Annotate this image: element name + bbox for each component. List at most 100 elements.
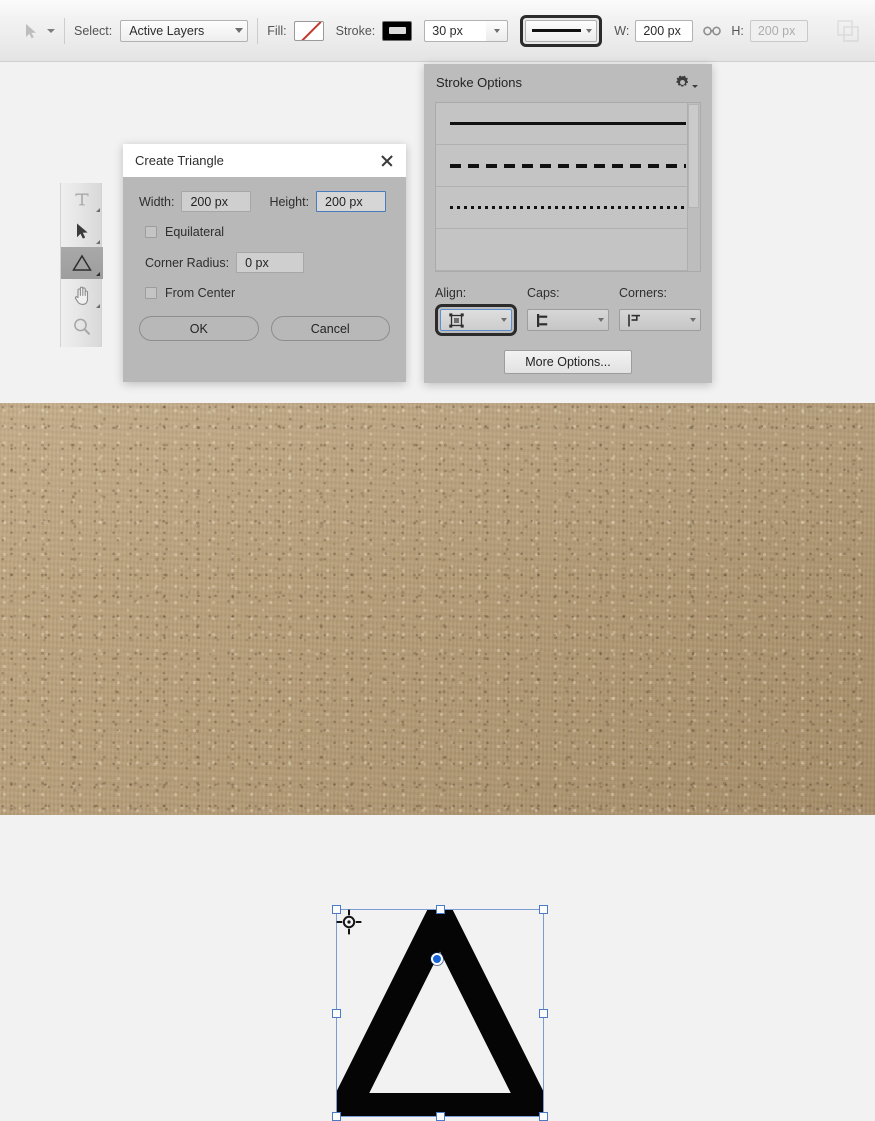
handle-middle-right[interactable]: [539, 1009, 548, 1018]
width-label: Width:: [139, 194, 175, 209]
close-icon[interactable]: [378, 152, 396, 170]
align-dropdown[interactable]: [440, 309, 512, 331]
align-label: Align:: [435, 286, 467, 300]
chevron-down-icon: [598, 318, 604, 322]
menu-caret-icon: [692, 84, 698, 88]
equilateral-label: Equilateral: [165, 225, 225, 239]
scrollbar[interactable]: [687, 103, 700, 271]
height-label: Height:: [269, 194, 310, 209]
stroke-weight-input[interactable]: 30 px: [424, 19, 487, 42]
divider: [64, 17, 65, 44]
stroke-preset-solid[interactable]: [436, 103, 700, 145]
options-bar: Select: Active Layers Fill: Stroke: 30 p…: [0, 0, 875, 62]
chevron-down-icon: [493, 28, 500, 33]
dialog-body: Width: 200 px Height: 200 px Equilateral…: [123, 177, 406, 341]
tool-type-tool[interactable]: [61, 183, 103, 215]
solid-line-icon: [450, 122, 686, 125]
triangle-icon: [72, 254, 92, 271]
tool-zoom-tool[interactable]: [61, 311, 103, 343]
move-tool-icon: [22, 22, 40, 40]
create-triangle-dialog: Create Triangle Width: 200 px Height: 20…: [123, 144, 406, 382]
solid-line-icon: [532, 29, 582, 32]
tool-path-selection-tool[interactable]: [61, 215, 103, 247]
chain-link-icon[interactable]: [703, 22, 722, 40]
document-canvas[interactable]: [0, 403, 875, 1121]
tool-preset-caret-icon[interactable]: [47, 28, 55, 33]
equilateral-checkbox[interactable]: [145, 226, 157, 238]
from-center-checkbox[interactable]: [145, 287, 157, 299]
active-tool-indicator[interactable]: [8, 22, 55, 40]
handle-top-right[interactable]: [539, 905, 548, 914]
chevron-down-icon: [501, 318, 507, 322]
tool-triangle-shape-tool[interactable]: [61, 247, 103, 279]
handle-middle-left[interactable]: [332, 1009, 341, 1018]
height-input[interactable]: 200 px: [749, 19, 808, 42]
transform-reference-point-icon[interactable]: [336, 909, 362, 935]
tool-flyout-corner-icon: [96, 304, 100, 308]
path-operations-icon[interactable]: [835, 18, 861, 44]
stroke-weight-stepper[interactable]: [486, 19, 509, 42]
butt-cap-icon: [537, 313, 548, 327]
handle-bottom-center[interactable]: [436, 1112, 445, 1121]
caps-label: Caps:: [527, 286, 560, 300]
width-input[interactable]: 200 px: [635, 19, 694, 42]
tool-strip: [60, 183, 103, 347]
width-input[interactable]: 200 px: [181, 191, 252, 212]
chevron-down-icon: [690, 318, 696, 322]
dashed-line-icon: [450, 163, 686, 168]
select-dropdown-value: Active Layers: [129, 23, 205, 38]
select-dropdown[interactable]: Active Layers: [120, 19, 249, 42]
dialog-titlebar[interactable]: Create Triangle: [123, 144, 406, 177]
handle-top-center[interactable]: [436, 905, 445, 914]
triangle-shape-layer[interactable]: [332, 905, 548, 1121]
stroke-preset-dotted[interactable]: [436, 187, 700, 229]
stroke-type-focus-ring: [520, 14, 603, 47]
stroke-weight-control[interactable]: 30 px: [424, 19, 509, 42]
stroke-controls-row: Align: Caps: Corners:: [424, 272, 712, 336]
from-center-row[interactable]: From Center: [145, 286, 390, 300]
equilateral-row[interactable]: Equilateral: [145, 225, 390, 239]
handle-bottom-left[interactable]: [332, 1112, 341, 1121]
dotted-line-icon: [450, 206, 686, 209]
chevron-down-icon: [235, 28, 244, 33]
corners-label: Corners:: [619, 286, 667, 300]
more-options-button[interactable]: More Options...: [504, 350, 632, 374]
select-label: Select:: [74, 23, 113, 38]
center-align-icon: [449, 312, 464, 328]
corner-radius-input[interactable]: 0 px: [236, 252, 305, 273]
cancel-button[interactable]: Cancel: [270, 316, 390, 341]
stroke-swatch[interactable]: [382, 20, 413, 41]
chevron-down-icon: [586, 28, 593, 33]
width-label: W:: [614, 23, 630, 38]
caps-dropdown[interactable]: [527, 309, 609, 331]
gear-icon: [676, 75, 689, 87]
corners-control: Corners:: [619, 286, 701, 336]
corners-dropdown[interactable]: [619, 309, 701, 331]
align-control: Align:: [435, 286, 517, 336]
selection-bounding-box: [336, 909, 544, 1117]
height-label: H:: [731, 23, 744, 38]
stroke-type-dropdown[interactable]: [525, 19, 598, 42]
ok-button[interactable]: OK: [139, 316, 259, 341]
height-input[interactable]: 200 px: [316, 191, 387, 212]
fill-label: Fill:: [267, 23, 287, 38]
panel-header: Stroke Options: [424, 64, 712, 100]
corner-radius-row: Corner Radius: 0 px: [145, 252, 390, 273]
stroke-options-panel: Stroke Options Align: Caps: Corners: Mor…: [424, 64, 712, 383]
tool-flyout-corner-icon: [96, 208, 100, 212]
hand-icon: [74, 286, 88, 305]
text-T-icon: [75, 193, 89, 206]
dialog-buttons: OK Cancel: [139, 316, 390, 341]
stroke-preset-empty[interactable]: [436, 229, 700, 271]
handle-bottom-right[interactable]: [539, 1112, 548, 1121]
magnifier-icon: [74, 318, 90, 335]
tool-hand-tool[interactable]: [61, 279, 103, 311]
panel-menu-button[interactable]: [675, 75, 698, 90]
stroke-preset-list[interactable]: [435, 102, 701, 272]
stroke-preset-dashed[interactable]: [436, 145, 700, 187]
scrollbar-thumb[interactable]: [688, 104, 699, 208]
stroke-label: Stroke:: [335, 23, 376, 38]
path-anchor-point[interactable]: [431, 953, 443, 965]
panel-title: Stroke Options: [436, 74, 522, 90]
fill-swatch[interactable]: [293, 20, 324, 41]
